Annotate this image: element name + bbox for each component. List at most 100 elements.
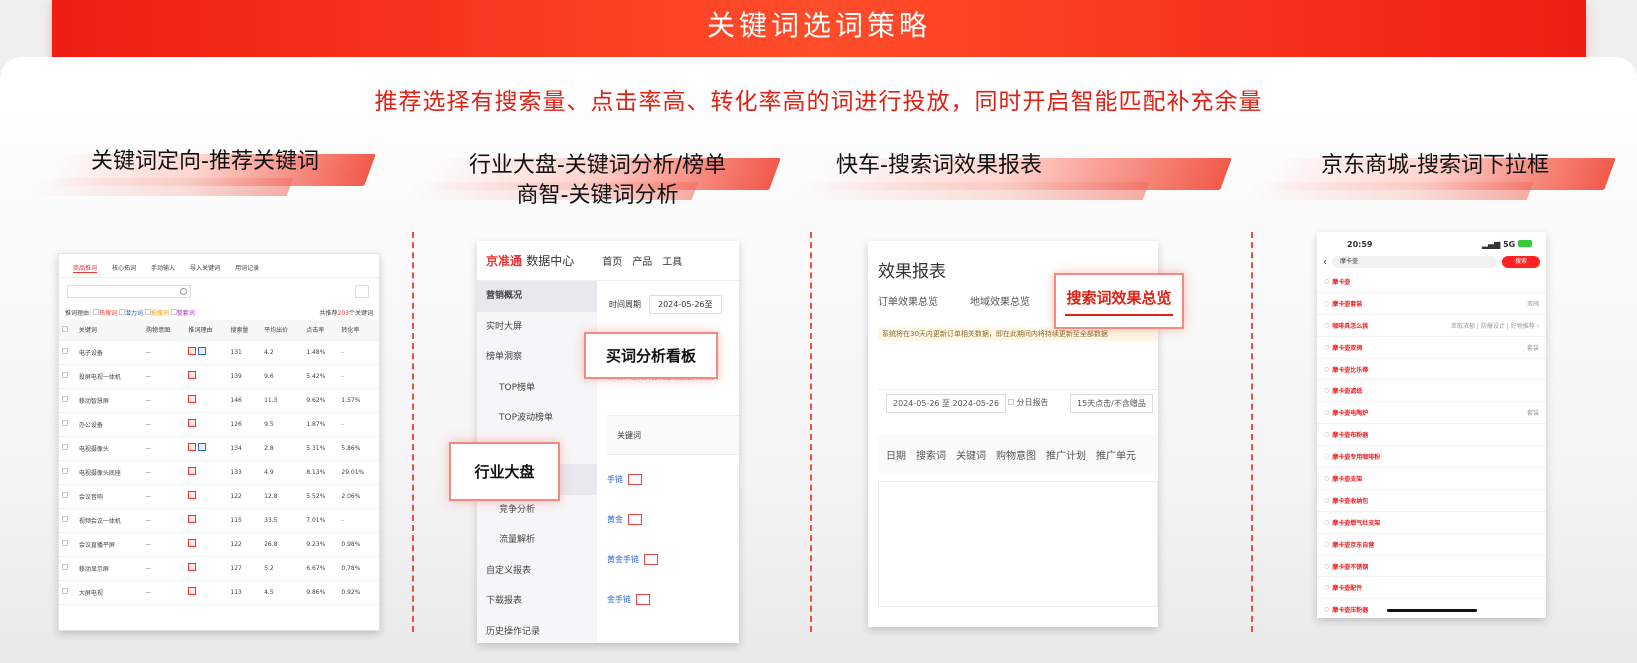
column-header[interactable]: 搜索量 — [227, 320, 262, 341]
reason-potential: 潜力词 — [124, 310, 143, 317]
suggestion-item[interactable]: ○ 摩卡壶滤纸 — [1317, 380, 1546, 403]
intent-cell: -- — [143, 460, 186, 485]
nav-product[interactable]: 产品 — [632, 253, 652, 268]
reason-cell — [185, 364, 228, 389]
suggestion-item[interactable]: ○ 摩卡壶支架 — [1317, 468, 1546, 490]
total-count: 共推荐203个关键词 — [319, 310, 373, 317]
checkbox[interactable] — [62, 372, 68, 378]
suggestion-item[interactable]: ○ 摩卡壶 — [1317, 271, 1546, 293]
checkbox[interactable] — [62, 492, 68, 498]
ctr-cell: 6.67% — [303, 556, 339, 581]
tab-region-overview[interactable]: 地域效果总览 — [970, 293, 1030, 308]
sidebar-item-ranking[interactable]: 榜单洞察 — [477, 342, 597, 373]
column-header: 关键词 — [75, 320, 144, 341]
cvr-cell: 0.92% — [338, 580, 379, 605]
date-picker[interactable]: 2024-05-26至 — [649, 295, 722, 314]
hot-word-icon — [188, 395, 197, 403]
search-input[interactable]: 摩卡壶 — [1332, 256, 1497, 268]
tab-usage-record[interactable]: 用词记录 — [235, 263, 259, 273]
keyword-link[interactable]: 黄金 — [607, 514, 642, 525]
checkbox[interactable] — [62, 396, 68, 402]
reason-cell — [185, 388, 228, 413]
nav-tools[interactable]: 工具 — [662, 253, 682, 268]
suggestion-item[interactable]: ○ 摩卡壶收纳包 — [1317, 490, 1546, 512]
keyword-link[interactable]: 金手链 — [607, 594, 650, 605]
section-tag-1: 关键词定向-推荐关键词 — [26, 146, 376, 196]
sidebar-item-custom-report[interactable]: 自定义报表 — [477, 556, 597, 587]
suggestion-item[interactable]: ○ 摩卡壶电陶炉 套装 — [1317, 402, 1546, 425]
tab-core-expand[interactable]: 核心拓词 — [112, 263, 136, 273]
suggestion-item[interactable]: ○ 摩卡壶比乐蒂 — [1317, 359, 1546, 381]
suggestion-item[interactable]: ○ 摩卡壶燃气灶支架 — [1317, 512, 1546, 534]
sidebar-item-traffic[interactable]: 流量解析 — [477, 525, 597, 556]
search-button[interactable]: 搜索 — [1502, 256, 1540, 268]
hot-word-icon — [188, 467, 197, 475]
checkbox[interactable] — [62, 516, 68, 522]
cvr-cell: - — [338, 412, 379, 437]
column-header[interactable]: 平均出价 — [261, 320, 304, 341]
suggestion-item[interactable]: ○ 摩卡壶京东自营 — [1317, 534, 1546, 556]
checkbox[interactable] — [62, 444, 68, 450]
keyword-cell: 大屏电视 — [75, 580, 144, 605]
checkbox[interactable] — [62, 564, 68, 570]
column-header[interactable]: 转化率 — [338, 320, 379, 341]
sidebar-item-top-fluctuation[interactable]: TOP波动榜单 — [477, 403, 597, 434]
sidebar-item-history[interactable]: 历史操作记录 — [477, 617, 597, 644]
reason-cell — [185, 556, 228, 581]
keyword-link[interactable]: 手链 — [607, 474, 642, 485]
back-icon[interactable]: ‹ — [1323, 257, 1327, 268]
table-row: 移动智慧屏 -- 146 11.3 9.62% 1.57% — [59, 388, 379, 413]
suggestion-item[interactable]: ○ 摩卡壶不锈钢 — [1317, 556, 1546, 578]
add-icon[interactable] — [355, 285, 369, 298]
suggestion-item[interactable]: ○ 咖啡具怎么挑 萃取浓郁 | 防爆设计 | 好物推荐 › — [1317, 315, 1546, 337]
checkbox[interactable] — [62, 348, 68, 354]
table-row: 电视摄像头 -- 134 2.8 5.31% 5.86% — [59, 436, 379, 461]
checkbox[interactable] — [62, 540, 68, 546]
nav-home[interactable]: 首页 — [602, 253, 622, 268]
checkbox[interactable] — [62, 325, 68, 332]
suggestion-text: 摩卡壶比乐蒂 — [1332, 366, 1369, 374]
reason-filter: 推词理由: 热搜词 潜力词 拍搜词 整套词 共推荐203个关键词 — [59, 305, 379, 320]
column-header[interactable]: 点击率 — [303, 320, 339, 341]
daily-report-checkbox[interactable]: 分日报告 — [1008, 397, 1049, 408]
checkbox[interactable] — [62, 588, 68, 594]
tab-product-recommend[interactable]: 商品推词 — [73, 263, 98, 273]
sidebar-item-overview[interactable]: 营销概况 — [477, 281, 597, 312]
search-input[interactable] — [67, 285, 191, 298]
ctr-cell: 5.31% — [303, 436, 339, 461]
keyword-link[interactable]: 黄金手链 — [607, 554, 658, 565]
suggestion-item[interactable]: ○ 摩卡壶配件 — [1317, 577, 1546, 600]
tab-manual-input[interactable]: 手动输入 — [151, 263, 175, 273]
sidebar-item-download[interactable]: 下载报表 — [477, 586, 597, 617]
logo: 京准通 数据中心 — [486, 254, 575, 268]
tab-order-overview[interactable]: 订单效果总览 — [878, 293, 938, 308]
hot-word-icon — [188, 443, 197, 451]
signal-indicator: ▂▄▆ 5G — [1482, 240, 1532, 249]
sidebar-item-realtime[interactable]: 实时大屏 — [477, 312, 597, 343]
suggestion-item[interactable]: ○ 摩卡壶双阀 套装 — [1317, 337, 1546, 359]
suggestion-tag: 套装 — [1526, 344, 1539, 352]
search-icon: ○ — [1324, 518, 1330, 526]
section-label: 关键词定向-推荐关键词 — [91, 149, 319, 174]
checkbox[interactable] — [62, 420, 68, 426]
ctr-cell: 1.87% — [303, 412, 339, 437]
suggestion-text: 摩卡壶套装 — [1332, 300, 1363, 308]
cvr-cell: 1.57% — [338, 388, 379, 413]
cvr-cell: 29.01% — [338, 460, 379, 485]
suggestion-item[interactable]: ○ 摩卡壶套装 双阀 — [1317, 293, 1546, 315]
reason-cell — [185, 436, 228, 461]
tab-import-keywords[interactable]: 导入关键词 — [190, 263, 220, 273]
sidebar-item-top[interactable]: TOP榜单 — [477, 373, 597, 404]
attribution-select[interactable]: 15天点击/不含赠品 — [1070, 394, 1153, 413]
checkbox[interactable] — [62, 468, 68, 474]
suggestion-list: ○ 摩卡壶 ○ 摩卡壶套装 双阀 ○ 咖啡具怎么挑 萃取浓郁 | 防爆设计 | 好物推荐 › ○… — [1317, 271, 1546, 618]
table-row: 会议音响 -- 122 12.8 5.52% 2.06% — [59, 484, 379, 509]
date-label: 时间周期 — [609, 300, 641, 309]
bid-cell: 9.6 — [261, 364, 304, 389]
section-label-2: 商智-关键词分析 — [516, 183, 679, 208]
column-header: 关键词 — [956, 450, 986, 462]
suggestion-item[interactable]: ○ 摩卡壶专用咖啡粉 — [1317, 446, 1546, 469]
suggestion-item[interactable]: ○ 摩卡壶布粉器 — [1317, 424, 1546, 447]
suggestion-text: 摩卡壶不锈钢 — [1332, 563, 1369, 571]
date-range-picker[interactable]: 2024-05-26 至 2024-05-26 — [886, 394, 1007, 413]
